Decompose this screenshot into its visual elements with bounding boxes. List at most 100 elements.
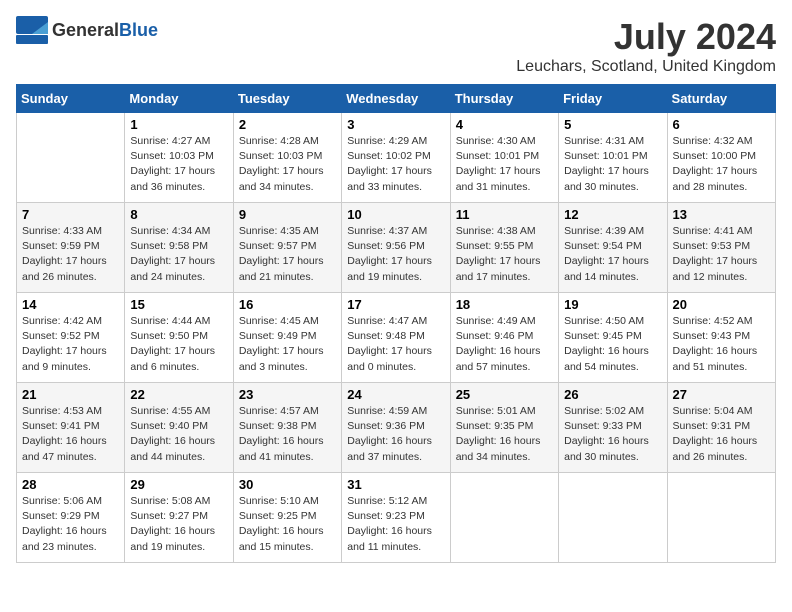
day-number: 2	[239, 117, 336, 132]
day-detail: Sunrise: 4:38 AM Sunset: 9:55 PM Dayligh…	[456, 224, 553, 285]
calendar-cell: 9 Sunrise: 4:35 AM Sunset: 9:57 PM Daylig…	[233, 203, 341, 293]
calendar-cell: 15 Sunrise: 4:44 AM Sunset: 9:50 PM Dayli…	[125, 293, 233, 383]
calendar-table: SundayMondayTuesdayWednesdayThursdayFrid…	[16, 84, 776, 563]
calendar-cell: 7 Sunrise: 4:33 AM Sunset: 9:59 PM Daylig…	[17, 203, 125, 293]
calendar-week-1: 1 Sunrise: 4:27 AM Sunset: 10:03 PM Dayli…	[17, 113, 776, 203]
day-number: 22	[130, 387, 227, 402]
calendar-cell: 12 Sunrise: 4:39 AM Sunset: 9:54 PM Dayli…	[559, 203, 667, 293]
day-detail: Sunrise: 4:35 AM Sunset: 9:57 PM Dayligh…	[239, 224, 336, 285]
day-number: 20	[673, 297, 770, 312]
weekday-header-friday: Friday	[559, 85, 667, 113]
day-detail: Sunrise: 4:28 AM Sunset: 10:03 PM Daylig…	[239, 134, 336, 195]
calendar-cell: 10 Sunrise: 4:37 AM Sunset: 9:56 PM Dayli…	[342, 203, 450, 293]
calendar-cell: 16 Sunrise: 4:45 AM Sunset: 9:49 PM Dayli…	[233, 293, 341, 383]
weekday-header-thursday: Thursday	[450, 85, 558, 113]
calendar-week-4: 21 Sunrise: 4:53 AM Sunset: 9:41 PM Dayli…	[17, 383, 776, 473]
day-detail: Sunrise: 4:32 AM Sunset: 10:00 PM Daylig…	[673, 134, 770, 195]
day-detail: Sunrise: 4:31 AM Sunset: 10:01 PM Daylig…	[564, 134, 661, 195]
day-number: 18	[456, 297, 553, 312]
day-number: 10	[347, 207, 444, 222]
day-detail: Sunrise: 4:41 AM Sunset: 9:53 PM Dayligh…	[673, 224, 770, 285]
calendar-cell: 3 Sunrise: 4:29 AM Sunset: 10:02 PM Dayli…	[342, 113, 450, 203]
day-number: 3	[347, 117, 444, 132]
day-number: 17	[347, 297, 444, 312]
calendar-cell: 6 Sunrise: 4:32 AM Sunset: 10:00 PM Dayli…	[667, 113, 775, 203]
day-number: 12	[564, 207, 661, 222]
weekday-header-tuesday: Tuesday	[233, 85, 341, 113]
calendar-cell: 28 Sunrise: 5:06 AM Sunset: 9:29 PM Dayli…	[17, 473, 125, 563]
day-number: 1	[130, 117, 227, 132]
calendar-cell: 8 Sunrise: 4:34 AM Sunset: 9:58 PM Daylig…	[125, 203, 233, 293]
header: GeneralBlue July 2024 Leuchars, Scotland…	[16, 16, 776, 76]
day-detail: Sunrise: 4:57 AM Sunset: 9:38 PM Dayligh…	[239, 404, 336, 465]
logo-general-text: GeneralBlue	[52, 20, 158, 41]
day-number: 31	[347, 477, 444, 492]
day-detail: Sunrise: 4:34 AM Sunset: 9:58 PM Dayligh…	[130, 224, 227, 285]
day-detail: Sunrise: 4:55 AM Sunset: 9:40 PM Dayligh…	[130, 404, 227, 465]
day-detail: Sunrise: 4:52 AM Sunset: 9:43 PM Dayligh…	[673, 314, 770, 375]
calendar-cell: 23 Sunrise: 4:57 AM Sunset: 9:38 PM Dayli…	[233, 383, 341, 473]
calendar-week-3: 14Sunrise: 4:42 AM Sunset: 9:52 PM Dayli…	[17, 293, 776, 383]
day-number: 7	[22, 207, 119, 222]
day-number: 14	[22, 297, 119, 312]
calendar-cell: 5 Sunrise: 4:31 AM Sunset: 10:01 PM Dayli…	[559, 113, 667, 203]
day-detail: Sunrise: 4:45 AM Sunset: 9:49 PM Dayligh…	[239, 314, 336, 375]
day-number: 28	[22, 477, 119, 492]
day-number: 5	[564, 117, 661, 132]
logo: GeneralBlue	[16, 16, 158, 44]
calendar-cell: 21 Sunrise: 4:53 AM Sunset: 9:41 PM Dayli…	[17, 383, 125, 473]
day-number: 6	[673, 117, 770, 132]
day-detail: Sunrise: 5:06 AM Sunset: 9:29 PM Dayligh…	[22, 494, 119, 555]
day-number: 13	[673, 207, 770, 222]
day-detail: Sunrise: 4:44 AM Sunset: 9:50 PM Dayligh…	[130, 314, 227, 375]
weekday-header-saturday: Saturday	[667, 85, 775, 113]
day-detail: Sunrise: 4:37 AM Sunset: 9:56 PM Dayligh…	[347, 224, 444, 285]
day-detail: Sunrise: 4:39 AM Sunset: 9:54 PM Dayligh…	[564, 224, 661, 285]
logo-icon	[16, 16, 48, 44]
day-number: 25	[456, 387, 553, 402]
weekday-header-sunday: Sunday	[17, 85, 125, 113]
day-number: 27	[673, 387, 770, 402]
day-detail: Sunrise: 5:02 AM Sunset: 9:33 PM Dayligh…	[564, 404, 661, 465]
weekday-header-monday: Monday	[125, 85, 233, 113]
day-number: 8	[130, 207, 227, 222]
calendar-cell	[667, 473, 775, 563]
calendar-cell	[559, 473, 667, 563]
day-number: 29	[130, 477, 227, 492]
day-number: 26	[564, 387, 661, 402]
day-detail: Sunrise: 5:04 AM Sunset: 9:31 PM Dayligh…	[673, 404, 770, 465]
calendar-cell: 30Sunrise: 5:10 AM Sunset: 9:25 PM Dayli…	[233, 473, 341, 563]
calendar-cell: 17Sunrise: 4:47 AM Sunset: 9:48 PM Dayli…	[342, 293, 450, 383]
day-number: 15	[130, 297, 227, 312]
calendar-cell: 2 Sunrise: 4:28 AM Sunset: 10:03 PM Dayli…	[233, 113, 341, 203]
day-number: 11	[456, 207, 553, 222]
day-number: 21	[22, 387, 119, 402]
day-number: 24	[347, 387, 444, 402]
day-number: 19	[564, 297, 661, 312]
day-detail: Sunrise: 5:12 AM Sunset: 9:23 PM Dayligh…	[347, 494, 444, 555]
day-number: 23	[239, 387, 336, 402]
day-number: 16	[239, 297, 336, 312]
calendar-cell: 18 Sunrise: 4:49 AM Sunset: 9:46 PM Dayli…	[450, 293, 558, 383]
day-detail: Sunrise: 4:53 AM Sunset: 9:41 PM Dayligh…	[22, 404, 119, 465]
calendar-week-5: 28 Sunrise: 5:06 AM Sunset: 9:29 PM Dayli…	[17, 473, 776, 563]
day-number: 30	[239, 477, 336, 492]
day-detail: Sunrise: 4:29 AM Sunset: 10:02 PM Daylig…	[347, 134, 444, 195]
title-area: July 2024 Leuchars, Scotland, United Kin…	[516, 16, 776, 76]
calendar-cell: 11 Sunrise: 4:38 AM Sunset: 9:55 PM Dayli…	[450, 203, 558, 293]
weekday-header-wednesday: Wednesday	[342, 85, 450, 113]
day-detail: Sunrise: 4:27 AM Sunset: 10:03 PM Daylig…	[130, 134, 227, 195]
calendar-cell: 22 Sunrise: 4:55 AM Sunset: 9:40 PM Dayli…	[125, 383, 233, 473]
calendar-cell: 13 Sunrise: 4:41 AM Sunset: 9:53 PM Dayli…	[667, 203, 775, 293]
calendar-cell: 26 Sunrise: 5:02 AM Sunset: 9:33 PM Dayli…	[559, 383, 667, 473]
calendar-cell	[450, 473, 558, 563]
calendar-week-2: 7 Sunrise: 4:33 AM Sunset: 9:59 PM Daylig…	[17, 203, 776, 293]
day-detail: Sunrise: 4:50 AM Sunset: 9:45 PM Dayligh…	[564, 314, 661, 375]
day-number: 9	[239, 207, 336, 222]
day-detail: Sunrise: 4:33 AM Sunset: 9:59 PM Dayligh…	[22, 224, 119, 285]
calendar-cell: 29Sunrise: 5:08 AM Sunset: 9:27 PM Dayli…	[125, 473, 233, 563]
day-detail: Sunrise: 4:49 AM Sunset: 9:46 PM Dayligh…	[456, 314, 553, 375]
calendar-cell: 24Sunrise: 4:59 AM Sunset: 9:36 PM Dayli…	[342, 383, 450, 473]
calendar-cell: 20 Sunrise: 4:52 AM Sunset: 9:43 PM Dayli…	[667, 293, 775, 383]
day-number: 4	[456, 117, 553, 132]
